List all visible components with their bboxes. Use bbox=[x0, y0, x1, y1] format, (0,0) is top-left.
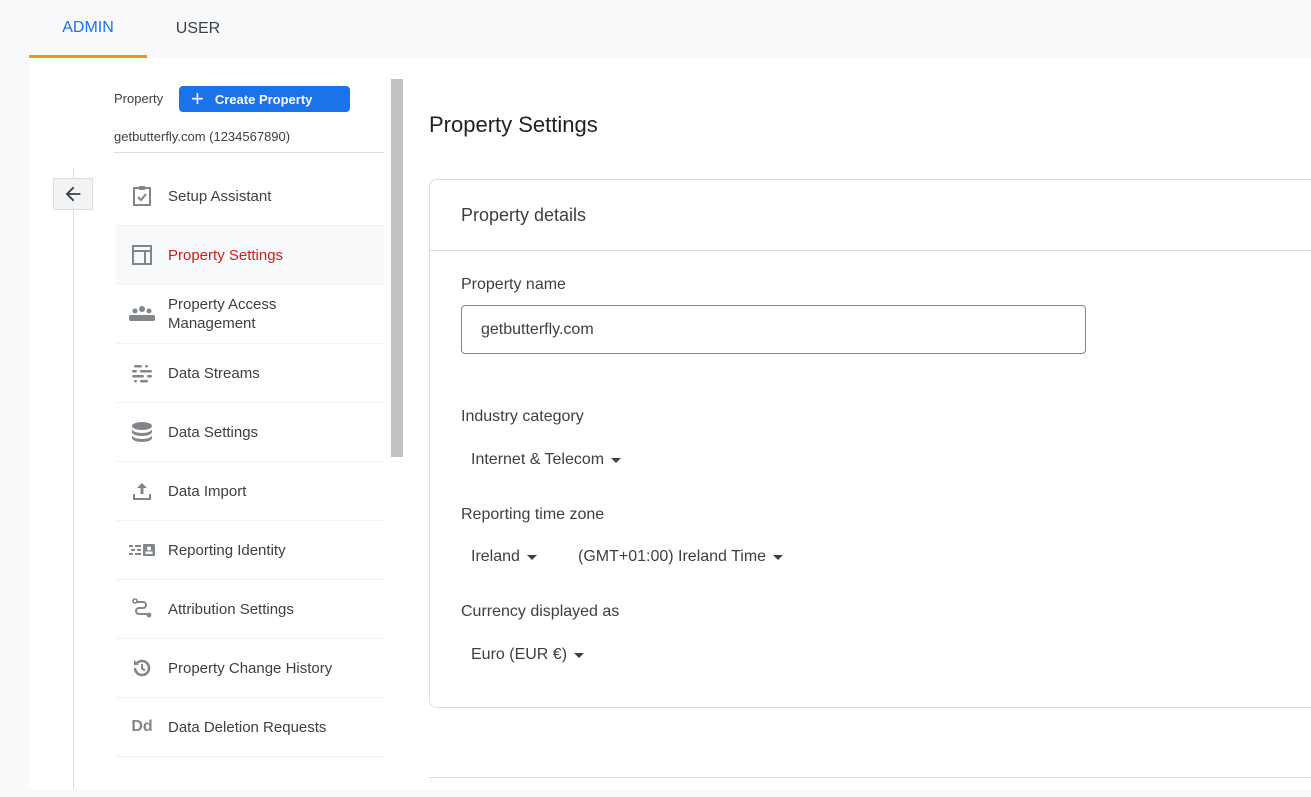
create-property-button[interactable]: + Create Property bbox=[179, 86, 350, 112]
identity-icon bbox=[116, 541, 168, 559]
sidebar-item-property-access-management[interactable]: Property Access Management bbox=[116, 285, 384, 344]
top-tabs: ADMIN USER bbox=[0, 0, 1311, 58]
currency-value: Euro (EUR €) bbox=[471, 646, 568, 663]
sidebar-item-label: Data Streams bbox=[168, 364, 260, 382]
property-label: Property bbox=[114, 91, 164, 106]
create-property-label: Create Property bbox=[214, 91, 313, 107]
sidebar-item-setup-assistant[interactable]: Setup Assistant bbox=[116, 167, 384, 226]
dd-icon: Dd bbox=[131, 718, 153, 735]
sidebar-item-data-streams[interactable]: Data Streams bbox=[116, 344, 384, 403]
sidebar-item-label: Setup Assistant bbox=[168, 187, 272, 205]
property-name-input[interactable] bbox=[461, 305, 1086, 354]
sidebar-scrollbar[interactable] bbox=[391, 79, 403, 457]
currency-label: Currency displayed as bbox=[461, 603, 620, 620]
sidebar-item-data-import[interactable]: Data Import bbox=[116, 462, 384, 521]
upload-icon bbox=[116, 479, 168, 503]
clipboard-check-icon bbox=[116, 184, 168, 208]
property-selector[interactable]: getbutterfly.com (1234567890) bbox=[114, 129, 290, 144]
people-icon bbox=[116, 304, 168, 324]
sidebar-nav: Setup Assistant Property Settings Proper… bbox=[116, 167, 384, 757]
timezone-dropdown[interactable]: (GMT+01:00) Ireland Time bbox=[578, 548, 784, 566]
caret-down-icon bbox=[611, 457, 622, 463]
attribution-icon bbox=[116, 597, 168, 621]
page-title: Property Settings bbox=[429, 112, 598, 137]
sidebar-item-attribution-settings[interactable]: Attribution Settings bbox=[116, 580, 384, 639]
sidebar-item-property-change-history[interactable]: Property Change History bbox=[116, 639, 384, 698]
tab-user[interactable]: USER bbox=[160, 0, 236, 58]
property-name-label: Property name bbox=[461, 276, 566, 293]
sidebar-item-data-settings[interactable]: Data Settings bbox=[116, 403, 384, 462]
sidebar-item-label: Data Settings bbox=[168, 423, 259, 441]
caret-down-icon bbox=[526, 554, 537, 560]
caret-down-icon bbox=[574, 652, 585, 658]
timezone-country-value: Ireland bbox=[471, 548, 520, 565]
reporting-time-zone-label: Reporting time zone bbox=[461, 506, 605, 523]
history-icon bbox=[116, 656, 168, 680]
sidebar-item-label: Property Change History bbox=[168, 659, 333, 677]
sidebar-item-property-settings[interactable]: Property Settings bbox=[116, 226, 384, 285]
sidebar-item-label: Reporting Identity bbox=[168, 541, 286, 559]
property-details-card: Property details Property name Industry … bbox=[429, 179, 1311, 708]
sidebar-item-reporting-identity[interactable]: Reporting Identity bbox=[116, 521, 384, 580]
sidebar-item-label: Data Deletion Requests bbox=[168, 718, 327, 736]
divider bbox=[114, 152, 384, 153]
caret-down-icon bbox=[773, 554, 784, 560]
sidebar-item-data-deletion-requests[interactable]: Dd Data Deletion Requests bbox=[116, 698, 384, 757]
database-icon bbox=[116, 420, 168, 444]
back-button[interactable] bbox=[53, 178, 93, 210]
arrow-left-icon bbox=[65, 186, 81, 202]
layout-icon bbox=[116, 243, 168, 267]
sidebar-item-label: Data Import bbox=[168, 482, 247, 500]
streams-icon bbox=[116, 361, 168, 385]
divider bbox=[429, 777, 1311, 778]
industry-category-label: Industry category bbox=[461, 408, 584, 425]
currency-dropdown[interactable]: Euro (EUR €) bbox=[471, 646, 585, 664]
industry-category-value: Internet & Telecom bbox=[471, 451, 605, 468]
card-title: Property details bbox=[430, 180, 1311, 251]
sidebar-item-label: Attribution Settings bbox=[168, 600, 294, 618]
timezone-value: (GMT+01:00) Ireland Time bbox=[578, 548, 767, 565]
sidebar-item-label: Property Settings bbox=[168, 246, 284, 264]
industry-category-dropdown[interactable]: Internet & Telecom bbox=[471, 451, 622, 469]
tab-admin[interactable]: ADMIN bbox=[29, 0, 147, 58]
plus-icon: + bbox=[191, 86, 204, 111]
column-divider bbox=[73, 168, 74, 789]
timezone-country-dropdown[interactable]: Ireland bbox=[471, 548, 537, 566]
sidebar-item-label: Property Access Management bbox=[168, 296, 277, 332]
